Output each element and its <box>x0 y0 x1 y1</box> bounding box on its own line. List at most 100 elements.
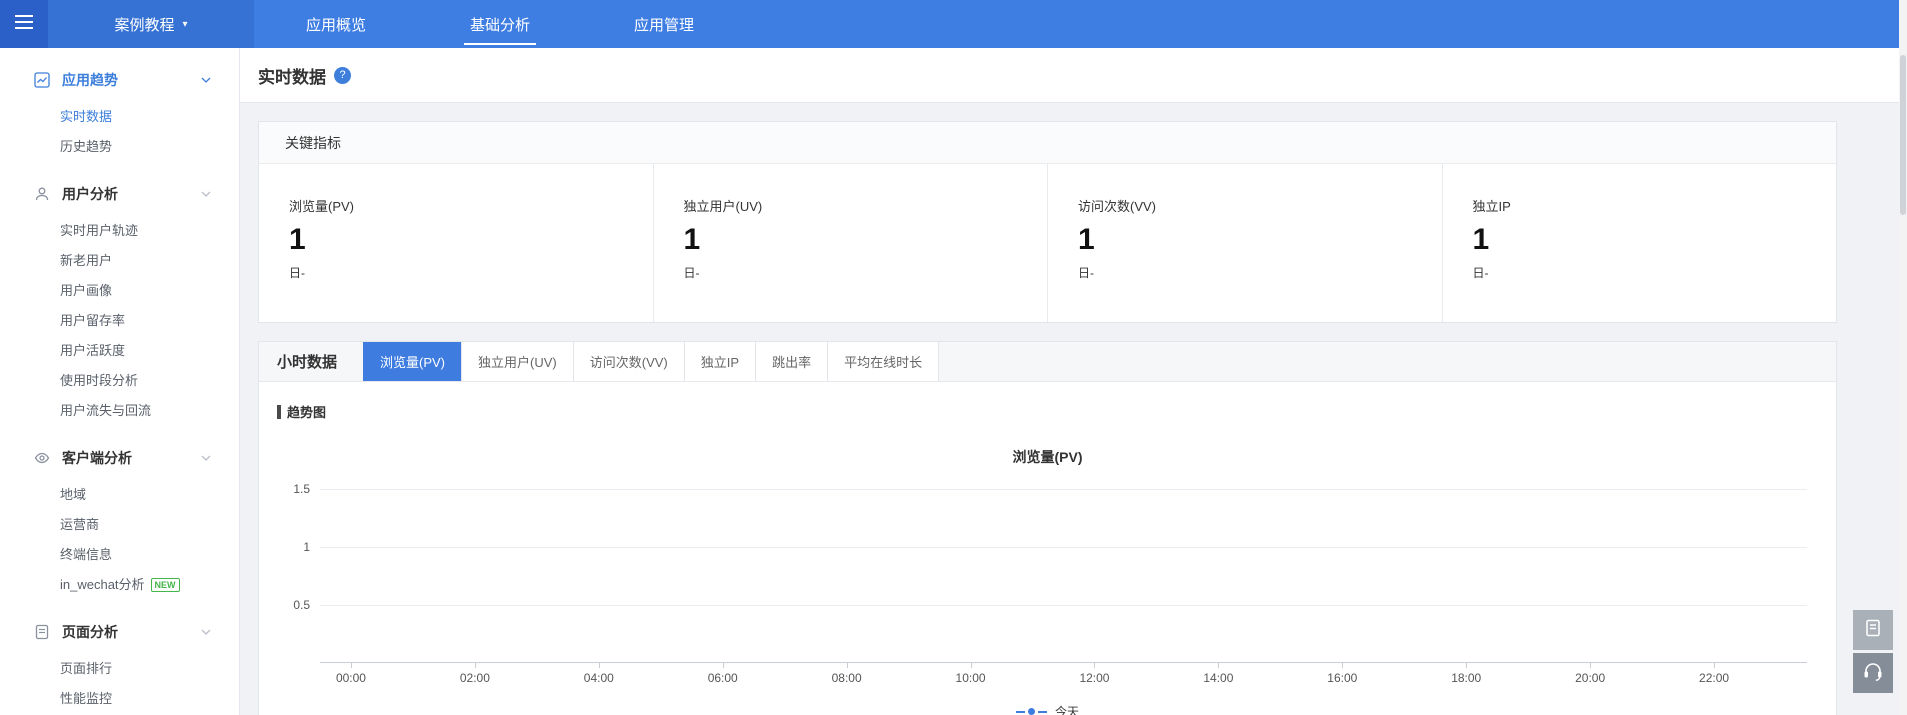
sidebar-section-header[interactable]: 应用趋势 <box>0 58 239 102</box>
trend-chart-icon <box>34 72 50 88</box>
hourly-tab-6[interactable]: 平均在线时长 <box>827 342 940 381</box>
document-icon <box>1863 618 1883 643</box>
tab-label: 平均在线时长 <box>844 355 923 370</box>
x-axis-tick <box>1590 663 1592 668</box>
gridline <box>320 547 1807 548</box>
sidebar-item[interactable]: 用户流失与回流 <box>0 396 239 426</box>
menu-toggle-button[interactable] <box>0 0 48 48</box>
topnav-item-2[interactable]: 基础分析 <box>418 0 582 48</box>
help-icon[interactable]: ? <box>334 66 351 84</box>
hourly-title: 小时数据 <box>277 354 338 371</box>
sidebar-item-label: 历史趋势 <box>60 139 113 154</box>
sidebar-item[interactable]: 用户留存率 <box>0 306 239 336</box>
sidebar-item[interactable]: 地域 <box>0 480 239 510</box>
caret-down-icon: ▾ <box>182 18 188 30</box>
metric-card: 独立IP 1 日- <box>1441 164 1837 322</box>
sidebar-section: 用户分析实时用户轨迹 新老用户用户画像用户留存率用户活跃度使用时段分析 用户流失与回… <box>0 172 239 426</box>
page-icon <box>34 624 50 640</box>
sidebar-item[interactable]: 页面排行 <box>0 654 239 684</box>
sidebar-section-title: 用户分析 <box>62 186 118 202</box>
topnav-item-label: 应用管理 <box>634 16 695 34</box>
x-axis-tick <box>722 663 724 668</box>
x-axis-label: 16:00 <box>1327 671 1358 685</box>
sidebar-item-label: 性能监控 <box>60 691 113 706</box>
metrics-row: 浏览量(PV) 1 日- 独立用户(UV) 1 日- 访问次数(VV) 1 日- 独立IP 1 日- <box>259 164 1836 322</box>
x-axis-label: 02:00 <box>459 671 490 685</box>
legend-dot-mark <box>1027 708 1035 715</box>
chart-plot: 0.5 1 1.5 00:00 02:00 04:00 06:00 08:00 10:00 12:… <box>293 482 1807 685</box>
hourly-tab-1[interactable]: 浏览量(PV) <box>363 342 462 381</box>
metric-card: 浏览量(PV) 1 日- <box>259 164 653 322</box>
vertical-scrollbar[interactable] <box>1899 0 1907 715</box>
x-axis-tick <box>846 663 848 668</box>
metric-label: 访问次数(VV) <box>1078 199 1157 214</box>
sidebar-section: 客户端分析地域运营商终端信息 in_wechat分析 NEW <box>0 436 239 600</box>
sidebar-item-label: 运营商 <box>60 517 100 532</box>
metric-value: 1 <box>683 223 701 256</box>
metric-card: 独立用户(UV) 1 日- <box>652 164 1048 322</box>
hourly-tab-4[interactable]: 独立IP <box>683 342 756 381</box>
sidebar-item[interactable]: 历史趋势 <box>0 132 239 162</box>
eye-icon <box>34 450 50 466</box>
sidebar-item[interactable]: in_wechat分析 NEW <box>0 570 239 600</box>
sidebar-item[interactable]: 终端信息 <box>0 540 239 570</box>
x-axis-label: 08:00 <box>831 671 862 685</box>
sidebar-section-header[interactable]: 页面分析 <box>0 610 239 654</box>
y-axis-label: 1 <box>303 540 310 554</box>
topnav-item-label: 应用概览 <box>306 16 367 34</box>
x-axis-tick <box>350 663 352 668</box>
tab-label: 浏览量(PV) <box>380 355 446 370</box>
x-axis-label: 12:00 <box>1079 671 1110 685</box>
sidebar-item[interactable]: 用户活跃度 <box>0 336 239 366</box>
x-axis-tick <box>1094 663 1096 668</box>
sidebar-item[interactable]: 性能监控 <box>0 684 239 714</box>
metric-sub: 日- <box>683 266 700 280</box>
sidebar-item[interactable]: 新老用户 <box>0 246 239 276</box>
sidebar-item-label: 地域 <box>60 487 87 502</box>
sidebar-item[interactable]: 运营商 <box>0 510 239 540</box>
y-axis-label: 0.5 <box>293 598 310 612</box>
x-axis-label: 04:00 <box>583 671 614 685</box>
topnav-item-1[interactable]: 应用概览 <box>254 0 418 48</box>
x-axis-label: 18:00 <box>1451 671 1482 685</box>
sidebar-section: 页面分析页面排行性能监控访问深度 <box>0 610 239 715</box>
app-selector-label: 案例教程 <box>114 16 175 34</box>
chart-legend[interactable]: 今天 <box>259 703 1836 715</box>
key-metrics-title: 关键指标 <box>285 135 341 151</box>
trend-section-label: 趋势图 <box>277 402 1836 421</box>
x-axis-label: 20:00 <box>1575 671 1606 685</box>
scrollbar-thumb[interactable] <box>1900 55 1906 215</box>
sidebar-item[interactable]: 用户画像 <box>0 276 239 306</box>
hourly-data-card: 小时数据 浏览量(PV) 独立用户(UV) 访问次数(VV) 独立IP 跳出率 平均在线时… <box>258 341 1837 715</box>
support-button[interactable] <box>1853 653 1893 693</box>
sidebar-item[interactable]: 实时数据 <box>0 102 239 132</box>
tab-label: 独立用户(UV) <box>478 355 557 370</box>
metric-label: 独立IP <box>1472 199 1511 214</box>
sidebar-item[interactable]: 使用时段分析 <box>0 366 239 396</box>
metric-value: 1 <box>1078 223 1095 256</box>
topnav-item-3[interactable]: 应用管理 <box>582 0 746 48</box>
tab-label: 独立IP <box>700 355 740 370</box>
x-axis-label: 06:00 <box>707 671 738 685</box>
sidebar-item[interactable]: 实时用户轨迹 <box>0 216 239 246</box>
new-badge: NEW <box>150 578 180 592</box>
x-axis-label: 10:00 <box>955 671 986 685</box>
main-content: 实时数据 ? 关键指标 浏览量(PV) 1 日- 独立用户(UV) 1 日- 访问次数(VV… <box>240 48 1907 715</box>
sidebar-section-header[interactable]: 客户端分析 <box>0 436 239 480</box>
chevron-down-icon <box>201 77 211 83</box>
app-selector-dropdown[interactable]: 案例教程 ▾ <box>48 0 254 48</box>
hourly-tab-3[interactable]: 访问次数(VV) <box>572 342 684 381</box>
x-axis-tick <box>474 663 476 668</box>
sidebar-item-label: 用户画像 <box>60 283 113 298</box>
hourly-tab-5[interactable]: 跳出率 <box>755 342 828 381</box>
feedback-button[interactable] <box>1853 610 1893 650</box>
sidebar-section-header[interactable]: 用户分析 <box>0 172 239 216</box>
hourly-tab-2[interactable]: 独立用户(UV) <box>461 342 573 381</box>
top-nav-items: 应用概览 基础分析 应用管理 <box>254 0 746 48</box>
x-axis-label: 00:00 <box>335 671 366 685</box>
x-axis-tick <box>1342 663 1344 668</box>
content-area: 关键指标 浏览量(PV) 1 日- 独立用户(UV) 1 日- 访问次数(VV) 1 日- 独立I… <box>240 103 1907 715</box>
sidebar-item-label: 用户活跃度 <box>60 343 126 358</box>
headset-icon <box>1862 660 1884 687</box>
chevron-down-icon <box>201 191 211 197</box>
